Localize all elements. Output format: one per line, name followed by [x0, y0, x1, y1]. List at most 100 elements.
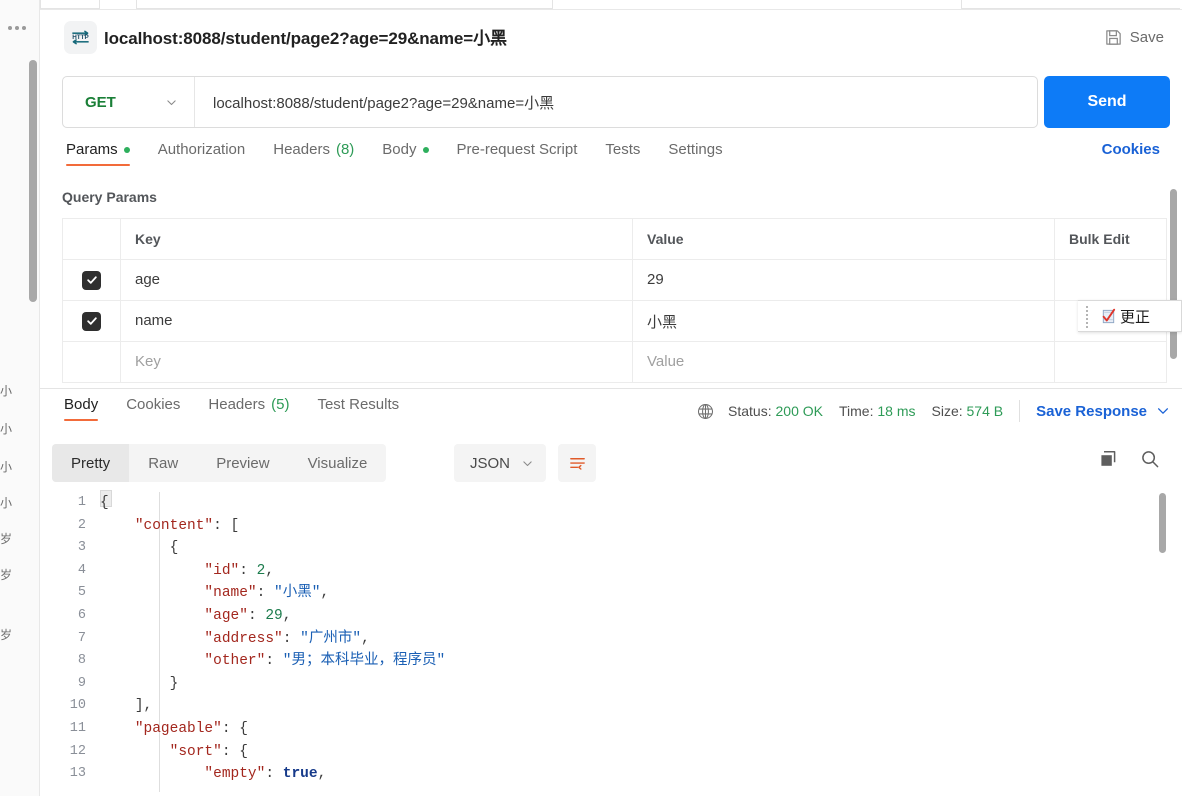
cookies-link[interactable]: Cookies — [1102, 141, 1160, 158]
tab-remnant[interactable] — [961, 0, 1180, 9]
ime-correction-popup[interactable]: 更正 — [1078, 300, 1182, 332]
body-tool-icons — [1098, 449, 1160, 469]
response-body-code[interactable]: 1{2 "content": [3 {4 "id": 2,5 "name": "… — [40, 488, 1182, 796]
time-value: 18 ms — [877, 403, 915, 419]
chevron-down-icon — [165, 96, 178, 109]
tab-label: Headers — [208, 396, 265, 413]
new-param-key-placeholder: Key — [135, 353, 161, 370]
response-tabs-row: Body Cookies Headers (5) Test Results — [40, 396, 1182, 430]
code-line: 7 "address": "广州市", — [40, 628, 1182, 651]
tab-label: Cookies — [126, 396, 180, 413]
code-line: 1{ — [40, 492, 1182, 515]
code-scrollbar-thumb[interactable] — [1159, 493, 1166, 553]
params-scrollbar-thumb[interactable] — [1170, 189, 1177, 359]
line-number: 1 — [40, 492, 100, 515]
param-key-name: name — [135, 312, 173, 329]
bulk-edit-button[interactable]: Bulk Edit — [1069, 231, 1130, 247]
view-mode-raw[interactable]: Raw — [129, 444, 197, 482]
save-response-button[interactable]: Save Response — [1036, 403, 1170, 420]
rail-more-menu-icon[interactable] — [8, 26, 26, 30]
code-line-text: { — [100, 492, 109, 515]
code-line-text: "pageable": { — [100, 718, 248, 741]
copy-icon[interactable] — [1098, 449, 1118, 469]
tab-count: (8) — [336, 141, 354, 158]
check-icon — [86, 315, 98, 327]
code-line-list: 1{2 "content": [3 {4 "id": 2,5 "name": "… — [40, 492, 1182, 786]
response-meta: Status: 200 OK Time: 18 ms Size: 574 B S… — [697, 400, 1170, 422]
save-response-label: Save Response — [1036, 403, 1147, 420]
table-row: age 29 — [63, 260, 1167, 301]
param-value-name: 小黑 — [647, 314, 677, 331]
word-wrap-icon — [568, 454, 587, 473]
size-segment: Size: 574 B — [932, 403, 1004, 419]
view-mode-pretty[interactable]: Pretty — [52, 444, 129, 482]
line-number: 13 — [40, 763, 100, 786]
code-line-text: "empty": true, — [100, 763, 326, 786]
tab-remnant[interactable] — [136, 0, 553, 9]
query-params-title: Query Params — [62, 189, 157, 205]
tab-label: Body — [64, 396, 98, 413]
save-label: Save — [1130, 29, 1164, 46]
view-mode-visualize[interactable]: Visualize — [289, 444, 387, 482]
new-param-value-placeholder: Value — [647, 353, 684, 370]
save-request-button[interactable]: Save — [1098, 24, 1170, 51]
code-line: 11 "pageable": { — [40, 718, 1182, 741]
response-tab-test-results[interactable]: Test Results — [303, 396, 413, 423]
line-number: 5 — [40, 582, 100, 605]
tab-headers[interactable]: Headers (8) — [259, 141, 368, 168]
request-header: HTTP localhost:8088/student/page2?age=29… — [40, 11, 1182, 64]
line-number: 12 — [40, 741, 100, 764]
search-icon[interactable] — [1140, 449, 1160, 469]
code-line-text: "age": 29, — [100, 605, 291, 628]
tab-tests[interactable]: Tests — [591, 141, 654, 168]
wrap-lines-button[interactable] — [558, 444, 596, 482]
code-line: 4 "id": 2, — [40, 560, 1182, 583]
modified-dot-icon — [423, 147, 429, 153]
send-button[interactable]: Send — [1044, 76, 1170, 128]
line-number: 3 — [40, 537, 100, 560]
query-params-table: Key Value Bulk Edit age — [62, 218, 1167, 383]
check-icon — [86, 274, 98, 286]
url-bar-row: GET Send — [62, 76, 1170, 128]
status-segment: Status: 200 OK — [728, 403, 823, 419]
format-selector[interactable]: JSON — [454, 444, 546, 482]
tab-label: Body — [382, 141, 416, 158]
row-checkbox-age[interactable] — [82, 271, 101, 290]
tab-strip-divider — [40, 9, 1182, 10]
sidebar-scrollbar-thumb[interactable] — [29, 60, 37, 302]
tab-settings[interactable]: Settings — [654, 141, 736, 168]
svg-text:HTTP: HTTP — [72, 34, 88, 41]
code-line: 3 { — [40, 537, 1182, 560]
response-tab-body[interactable]: Body — [50, 396, 112, 423]
header-key: Key — [121, 219, 633, 260]
code-line-text: "id": 2, — [100, 560, 274, 583]
response-tab-headers[interactable]: Headers (5) — [194, 396, 303, 423]
chevron-down-icon — [1156, 404, 1170, 418]
tab-strip — [40, 0, 1182, 10]
header-value: Value — [633, 219, 1055, 260]
rail-ghost-item: 小 — [0, 382, 14, 399]
rail-ghost-item: 小 — [0, 494, 14, 511]
view-mode-preview[interactable]: Preview — [197, 444, 288, 482]
code-line: 6 "age": 29, — [40, 605, 1182, 628]
http-method-label: GET — [85, 94, 116, 111]
tab-body[interactable]: Body — [368, 141, 442, 168]
http-method-selector[interactable]: GET — [63, 77, 195, 127]
response-tab-cookies[interactable]: Cookies — [112, 396, 194, 423]
tab-authorization[interactable]: Authorization — [144, 141, 260, 168]
code-line: 10 ], — [40, 695, 1182, 718]
line-number: 2 — [40, 515, 100, 538]
tab-label: Test Results — [317, 396, 399, 413]
tab-pre-request-script[interactable]: Pre-request Script — [443, 141, 592, 168]
drag-handle-icon[interactable] — [1086, 306, 1088, 328]
table-header-row: Key Value Bulk Edit — [63, 219, 1167, 260]
line-number: 7 — [40, 628, 100, 651]
tab-params[interactable]: Params — [52, 141, 144, 168]
view-mode-group: Pretty Raw Preview Visualize — [52, 444, 386, 482]
ime-correction-label: 更正 — [1120, 306, 1150, 327]
row-checkbox-name[interactable] — [82, 312, 101, 331]
query-params-section: Query Params Key Value Bulk Edit — [40, 182, 1182, 387]
url-input[interactable] — [195, 77, 1037, 127]
tab-remnant[interactable] — [40, 0, 100, 9]
status-label: Status: — [728, 403, 772, 419]
